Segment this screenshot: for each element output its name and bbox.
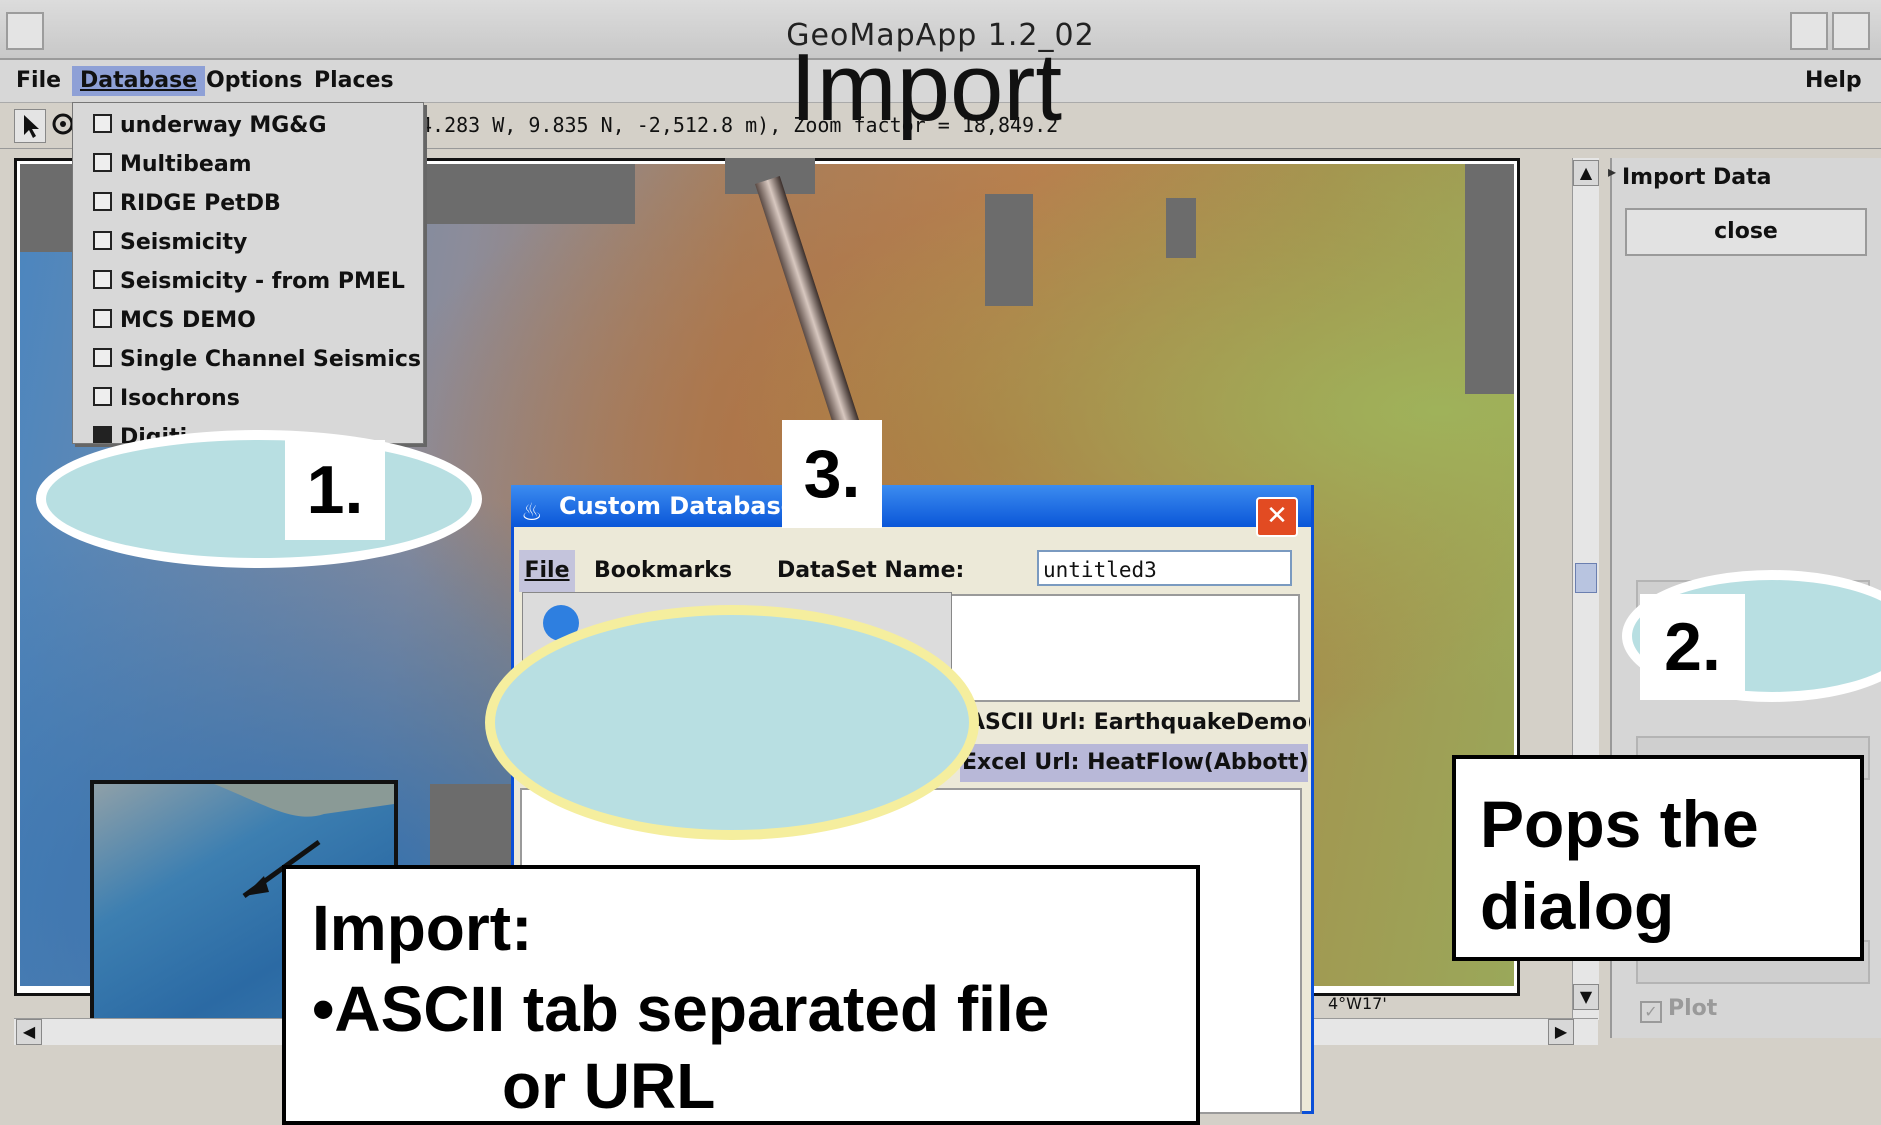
collapse-arrow-icon[interactable]: ▸ bbox=[1608, 162, 1616, 181]
callout-import: Import: •ASCII tab separated file or URL bbox=[282, 865, 1200, 1125]
plot-checkbox[interactable]: ✓ Plot bbox=[1640, 996, 1717, 1023]
checkbox-icon bbox=[93, 153, 112, 172]
checkbox-checked-icon bbox=[93, 426, 112, 443]
dialog-menu-file[interactable]: File bbox=[519, 550, 575, 592]
plot-label: Plot bbox=[1668, 996, 1718, 1021]
menu-item-label: MCS DEMO bbox=[120, 308, 256, 333]
step2-label: 2. bbox=[1640, 594, 1745, 700]
dataset-name-label: DataSet Name: bbox=[777, 558, 965, 583]
scroll-up-button[interactable]: ▲ bbox=[1573, 160, 1599, 186]
step1-highlight bbox=[36, 430, 482, 568]
scroll-thumb[interactable] bbox=[1575, 563, 1597, 593]
step1-label: 1. bbox=[285, 440, 385, 540]
checkbox-icon bbox=[93, 114, 112, 133]
menu-item-single-channel[interactable]: Single Channel Seismics bbox=[93, 347, 421, 372]
dialog-title: Custom Database bbox=[559, 492, 798, 520]
bookmark-item-earthquake[interactable]: ASCII Url: EarthquakeDemo(IRIS bbox=[960, 704, 1310, 742]
dialog-content-area bbox=[948, 594, 1300, 702]
minimize-button[interactable] bbox=[1790, 12, 1828, 50]
callout-pops-dialog: Pops the dialog bbox=[1452, 755, 1864, 961]
maximize-button[interactable] bbox=[1832, 12, 1870, 50]
callout-bullet: •ASCII tab separated file bbox=[312, 973, 1050, 1045]
scale-label: 4°W17' bbox=[1328, 994, 1387, 1013]
dialog-titlebar: ♨ Custom Database bbox=[511, 485, 1311, 527]
no-data-region bbox=[1166, 198, 1196, 258]
menu-item-seismicity-pmel[interactable]: Seismicity - from PMEL bbox=[93, 269, 405, 294]
checkbox-icon: ✓ bbox=[1640, 1001, 1662, 1023]
close-button[interactable]: close bbox=[1625, 208, 1867, 256]
menu-database[interactable]: Database bbox=[72, 66, 206, 96]
slide-title: Import bbox=[790, 34, 1063, 141]
menu-item-label: Seismicity - from PMEL bbox=[120, 269, 405, 294]
checkbox-icon bbox=[93, 348, 112, 367]
select-tool-button[interactable] bbox=[14, 109, 46, 143]
bookmark-item-heatflow[interactable]: Excel Url: HeatFlow(Abbott) bbox=[960, 744, 1308, 782]
checkbox-icon bbox=[93, 387, 112, 406]
menu-file[interactable]: File bbox=[8, 66, 69, 96]
menu-help[interactable]: Help bbox=[1797, 66, 1870, 96]
menu-item-isochrons[interactable]: Isochrons bbox=[93, 386, 240, 411]
menu-item-label: Seismicity bbox=[120, 230, 248, 255]
menu-item-label: Isochrons bbox=[120, 386, 240, 411]
menu-item-label: Multibeam bbox=[120, 152, 252, 177]
menu-item-label: RIDGE PetDB bbox=[120, 191, 281, 216]
scroll-left-button[interactable]: ◀ bbox=[16, 1019, 42, 1045]
checkbox-icon bbox=[93, 270, 112, 289]
dialog-menu-bookmarks[interactable]: Bookmarks bbox=[594, 550, 732, 592]
no-data-region bbox=[1465, 164, 1514, 394]
dataset-name-input[interactable]: untitled3 bbox=[1037, 550, 1292, 586]
menu-places[interactable]: Places bbox=[306, 66, 402, 96]
menu-item-label: Single Channel Seismics bbox=[120, 347, 422, 372]
step3-highlight bbox=[485, 605, 979, 840]
menu-options[interactable]: Options bbox=[198, 66, 310, 96]
scroll-right-button[interactable]: ▶ bbox=[1548, 1019, 1574, 1045]
menu-item-label: underway MG&G bbox=[120, 113, 327, 138]
no-data-region bbox=[415, 164, 635, 224]
step3-label: 3. bbox=[782, 420, 882, 528]
checkbox-icon bbox=[93, 192, 112, 211]
checkbox-icon bbox=[93, 309, 112, 328]
menu-item-seismicity[interactable]: Seismicity bbox=[93, 230, 247, 255]
scroll-down-button[interactable]: ▼ bbox=[1573, 984, 1599, 1010]
database-dropdown: underway MG&G Multibeam RIDGE PetDB Seis… bbox=[72, 102, 424, 444]
menu-item-petdb[interactable]: RIDGE PetDB bbox=[93, 191, 281, 216]
no-data-region bbox=[20, 164, 72, 252]
pointer-icon bbox=[24, 115, 39, 138]
import-data-title: Import Data bbox=[1622, 165, 1772, 190]
app-icon: ♨ bbox=[521, 498, 543, 526]
dialog-close-icon[interactable]: ✕ bbox=[1256, 497, 1298, 537]
no-data-region bbox=[985, 194, 1033, 306]
checkbox-icon bbox=[93, 231, 112, 250]
callout-heading: Import: bbox=[312, 892, 533, 964]
menu-item-underway[interactable]: underway MG&G bbox=[93, 113, 327, 138]
menu-item-multibeam[interactable]: Multibeam bbox=[93, 152, 252, 177]
menu-item-mcs-demo[interactable]: MCS DEMO bbox=[93, 308, 256, 333]
